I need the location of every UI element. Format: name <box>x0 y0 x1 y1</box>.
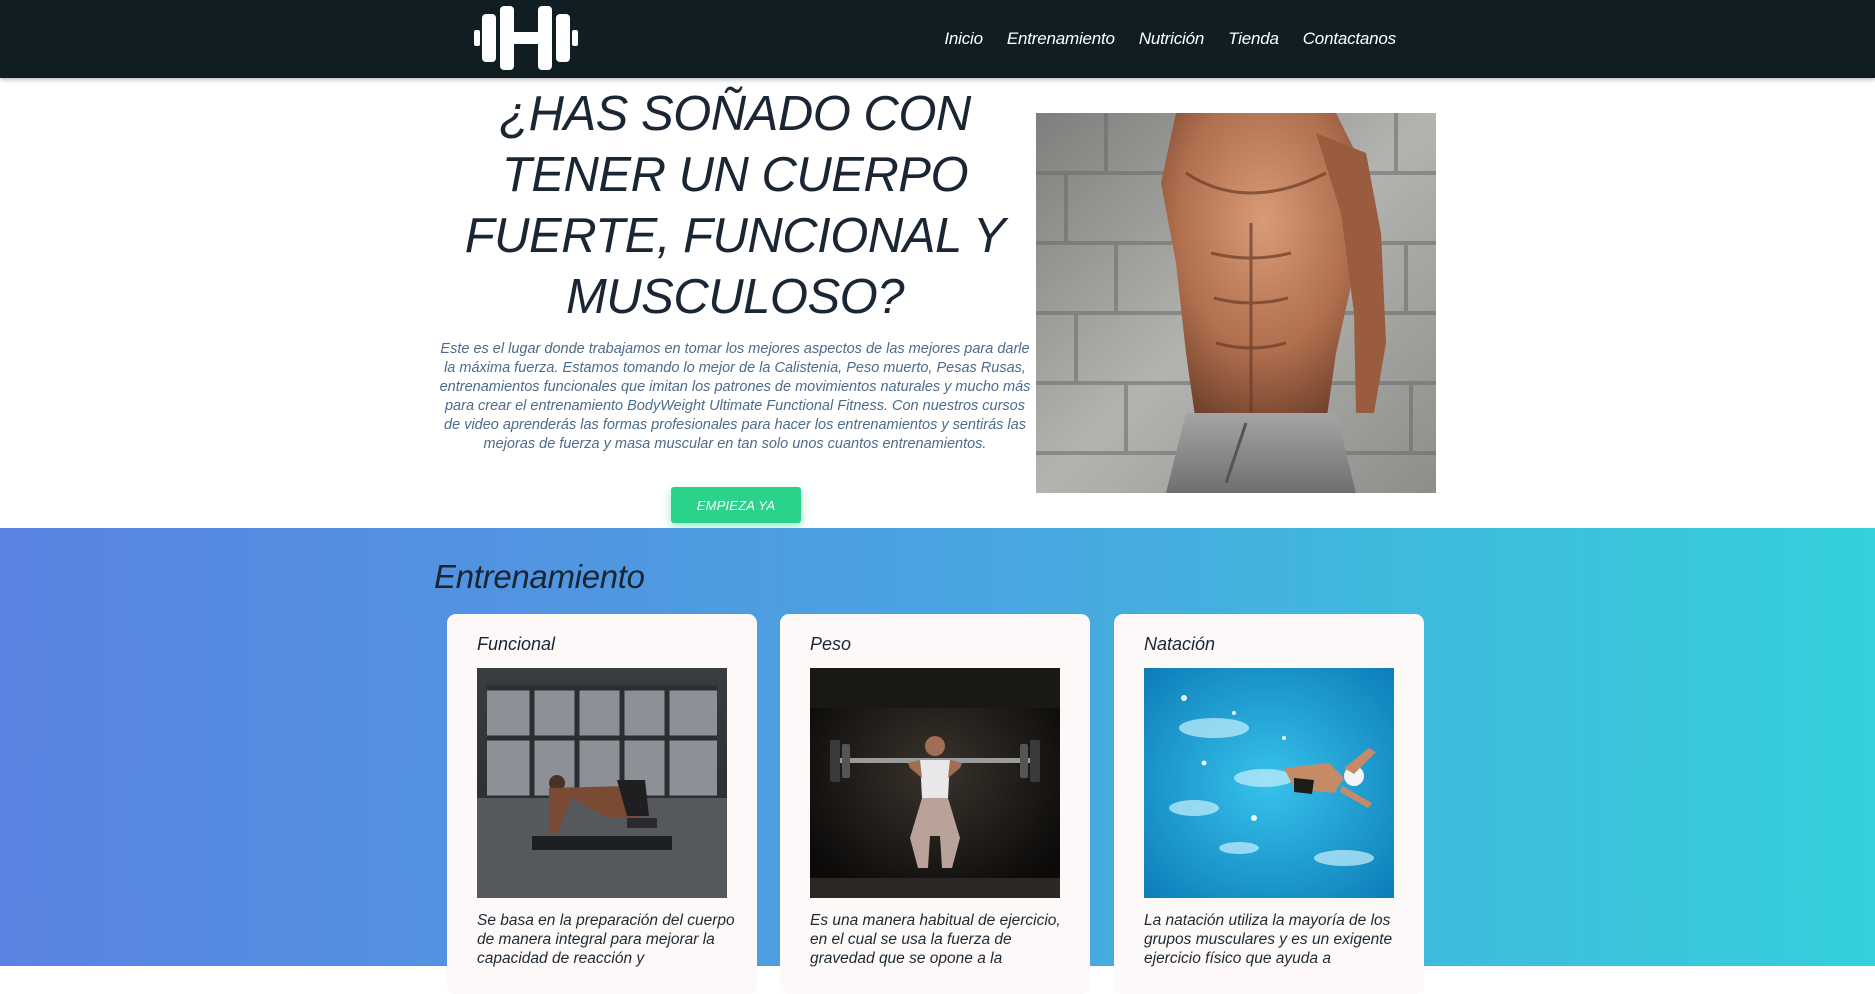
functional-training-photo <box>477 668 727 898</box>
nav-inicio[interactable]: Inicio <box>944 29 983 49</box>
start-now-button[interactable]: Empieza ya <box>671 487 801 523</box>
muscular-torso-photo <box>1036 113 1436 493</box>
card-title: Funcional <box>477 634 556 654</box>
dumbbell-h-logo-icon[interactable] <box>474 4 578 72</box>
nav-contactanos[interactable]: Contactanos <box>1303 29 1396 49</box>
main-nav: Inicio Entrenamiento Nutrición Tienda Co… <box>944 0 1396 78</box>
training-section: Entrenamiento Funcional Se basa en la pr… <box>0 528 1875 994</box>
nav-nutricion[interactable]: Nutrición <box>1139 29 1204 49</box>
card-natacion[interactable]: Natación La natación utiliza la mayoría … <box>1114 614 1424 994</box>
card-title: Natación <box>1144 634 1216 654</box>
card-description: La natación utiliza la mayoría de los gr… <box>1144 912 1393 967</box>
site-header: Inicio Entrenamiento Nutrición Tienda Co… <box>0 0 1875 78</box>
card-peso[interactable]: Peso Es una manera habitual de ejercicio… <box>780 614 1090 994</box>
hero-title: ¿Has soñado con tener un cuerpo fuerte, … <box>464 87 1006 324</box>
card-description: Se basa en la preparación del cuerpo de … <box>477 912 735 967</box>
training-title: Entrenamiento <box>434 558 645 595</box>
weightlifting-photo <box>810 668 1060 898</box>
card-funcional[interactable]: Funcional Se basa en la preparación del … <box>447 614 757 994</box>
hero-description: Este es el lugar donde trabajamos en tom… <box>439 341 1031 452</box>
card-description: Es una manera habitual de ejercicio, en … <box>810 912 1061 967</box>
card-title: Peso <box>810 634 852 654</box>
nav-tienda[interactable]: Tienda <box>1228 29 1279 49</box>
nav-entrenamiento[interactable]: Entrenamiento <box>1007 29 1115 49</box>
swimming-photo <box>1144 668 1394 898</box>
hero-section: ¿Has soñado con tener un cuerpo fuerte, … <box>0 78 1875 528</box>
